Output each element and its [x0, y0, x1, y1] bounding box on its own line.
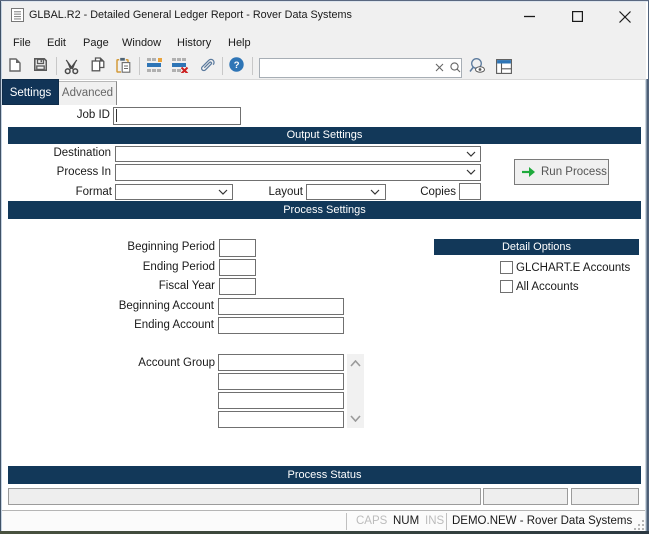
svg-text:?: ?	[234, 60, 240, 71]
